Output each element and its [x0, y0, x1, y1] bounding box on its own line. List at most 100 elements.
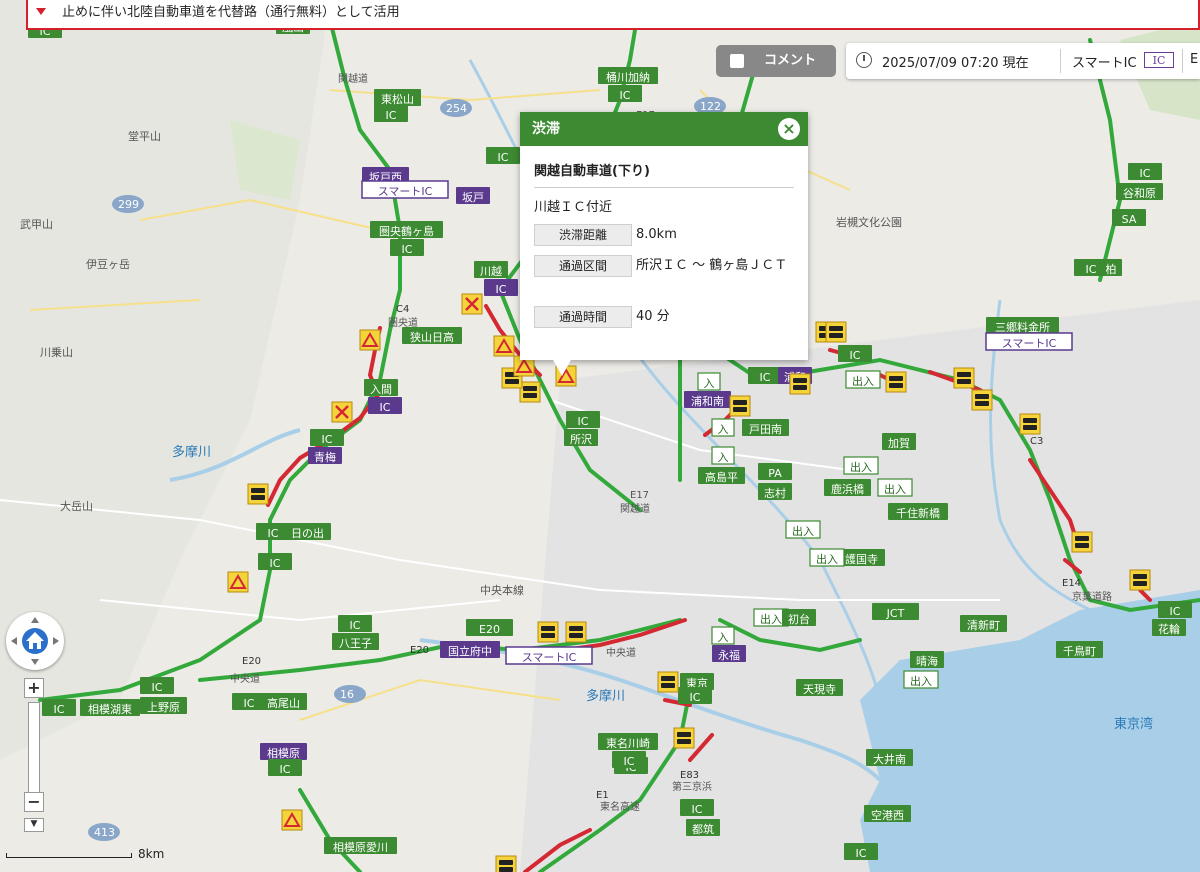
highway-sign[interactable]: 出入: [877, 478, 913, 497]
zoom-slider[interactable]: [28, 702, 40, 796]
highway-sign[interactable]: 出入: [843, 456, 879, 475]
pan-up-icon[interactable]: [31, 617, 39, 623]
highway-sign[interactable]: IC: [484, 279, 518, 296]
highway-sign[interactable]: IC: [374, 105, 408, 122]
highway-sign[interactable]: 入: [697, 372, 721, 391]
highway-sign[interactable]: 初台: [782, 609, 816, 626]
highway-sign[interactable]: 東松山: [374, 89, 421, 106]
highway-sign[interactable]: 国立府中: [440, 641, 500, 658]
highway-sign[interactable]: 相模原愛川: [324, 837, 397, 854]
highway-sign[interactable]: PA: [758, 463, 792, 480]
highway-sign[interactable]: IC: [486, 147, 520, 164]
highway-sign[interactable]: IC: [680, 799, 714, 816]
car-jam-icon[interactable]: [565, 621, 587, 643]
highway-sign[interactable]: IC: [566, 411, 600, 428]
zoom-control[interactable]: + − ▼: [24, 678, 44, 838]
warning-triangle-icon[interactable]: [227, 571, 249, 593]
highway-sign[interactable]: 所沢: [564, 429, 598, 446]
highway-sign[interactable]: 圏央鶴ヶ島: [370, 221, 443, 238]
car-jam-icon[interactable]: [971, 389, 993, 411]
highway-sign[interactable]: 志村: [758, 483, 792, 500]
highway-sign[interactable]: IC: [390, 239, 424, 256]
highway-sign[interactable]: 日の出: [284, 523, 331, 540]
car-jam-icon[interactable]: [825, 321, 847, 343]
highway-sign[interactable]: 柏: [1100, 259, 1122, 276]
highway-sign[interactable]: 坂戸: [456, 187, 490, 204]
highway-sign[interactable]: 青梅: [308, 447, 342, 464]
warning-triangle-icon[interactable]: [359, 329, 381, 351]
highway-sign[interactable]: IC: [678, 687, 712, 704]
highway-sign[interactable]: スマートIC: [505, 646, 593, 665]
notice-banner[interactable]: 止めに伴い北陸自動車道を代替路（通行無料）として活用: [26, 0, 1200, 30]
highway-sign[interactable]: スマートIC: [361, 180, 449, 199]
highway-sign[interactable]: 出入: [785, 520, 821, 539]
highway-sign[interactable]: 入: [711, 418, 735, 437]
highway-sign[interactable]: 川越: [474, 261, 508, 278]
highway-sign[interactable]: IC: [140, 677, 174, 694]
highway-sign[interactable]: IC: [1158, 601, 1192, 618]
highway-sign[interactable]: E20: [466, 619, 513, 636]
highway-sign[interactable]: 清新町: [960, 615, 1007, 632]
highway-sign[interactable]: IC: [268, 759, 302, 776]
highway-sign[interactable]: 出入: [903, 670, 939, 689]
highway-sign[interactable]: 入: [711, 626, 735, 645]
highway-sign[interactable]: 千住新橋: [888, 503, 948, 520]
highway-sign[interactable]: スマートIC: [985, 332, 1073, 351]
pan-control[interactable]: [6, 612, 64, 670]
highway-sign[interactable]: 相模原: [260, 743, 307, 760]
zoom-out-button[interactable]: −: [24, 792, 44, 812]
highway-sign[interactable]: 出入: [809, 548, 845, 567]
highway-sign[interactable]: 東名川崎: [598, 733, 658, 750]
highway-sign[interactable]: 浦和南: [684, 391, 731, 408]
comment-checkbox[interactable]: [730, 54, 744, 68]
highway-sign[interactable]: SA: [1112, 209, 1146, 226]
car-jam-icon[interactable]: [657, 671, 679, 693]
highway-sign[interactable]: IC: [1128, 163, 1162, 180]
highway-sign[interactable]: 高島平: [698, 467, 745, 484]
highway-sign[interactable]: 谷和原: [1116, 183, 1163, 200]
car-jam-icon[interactable]: [1019, 413, 1041, 435]
pan-left-icon[interactable]: [11, 637, 17, 645]
highway-sign[interactable]: 加賀: [882, 433, 916, 450]
highway-sign[interactable]: IC: [612, 751, 646, 768]
zoom-menu-icon[interactable]: ▼: [24, 818, 44, 832]
highway-sign[interactable]: 入間: [364, 379, 398, 396]
legend-more-label[interactable]: E: [1190, 52, 1198, 67]
highway-sign[interactable]: 三郷料金所: [986, 317, 1059, 334]
car-jam-icon[interactable]: [495, 855, 517, 872]
highway-sign[interactable]: 護国寺: [838, 549, 885, 566]
car-jam-icon[interactable]: [789, 373, 811, 395]
highway-sign[interactable]: IC: [608, 85, 642, 102]
highway-sign[interactable]: 晴海: [910, 651, 944, 668]
highway-sign[interactable]: 相模湖東: [80, 699, 140, 716]
car-jam-icon[interactable]: [953, 367, 975, 389]
car-jam-icon[interactable]: [1071, 531, 1093, 553]
highway-sign[interactable]: IC: [748, 367, 782, 384]
highway-sign[interactable]: IC: [258, 553, 292, 570]
pan-right-icon[interactable]: [53, 637, 59, 645]
highway-sign[interactable]: 千鳥町: [1056, 641, 1103, 658]
car-jam-icon[interactable]: [885, 371, 907, 393]
highway-sign[interactable]: 入: [711, 446, 735, 465]
highway-sign[interactable]: 大井南: [866, 749, 913, 766]
warning-triangle-icon[interactable]: [493, 335, 515, 357]
highway-sign[interactable]: 八王子: [332, 633, 379, 650]
collapse-arrow-icon[interactable]: [36, 8, 46, 15]
warning-triangle-icon[interactable]: [281, 809, 303, 831]
car-jam-icon[interactable]: [1129, 569, 1151, 591]
car-jam-icon[interactable]: [729, 395, 751, 417]
highway-sign[interactable]: 高尾山: [260, 693, 307, 710]
highway-sign[interactable]: 出入: [845, 370, 881, 389]
comment-toggle-button[interactable]: コメント: [716, 45, 836, 77]
highway-sign[interactable]: IC: [844, 843, 878, 860]
car-jam-icon[interactable]: [537, 621, 559, 643]
highway-sign[interactable]: 桶川加納: [598, 67, 658, 84]
highway-sign[interactable]: 都筑: [686, 819, 720, 836]
closure-x-icon[interactable]: [461, 293, 483, 315]
highway-sign[interactable]: 空港西: [864, 805, 911, 822]
highway-sign[interactable]: IC: [310, 429, 344, 446]
pan-down-icon[interactable]: [31, 659, 39, 665]
highway-sign[interactable]: IC: [368, 397, 402, 414]
car-jam-icon[interactable]: [673, 727, 695, 749]
highway-sign[interactable]: 花輪: [1152, 619, 1186, 636]
